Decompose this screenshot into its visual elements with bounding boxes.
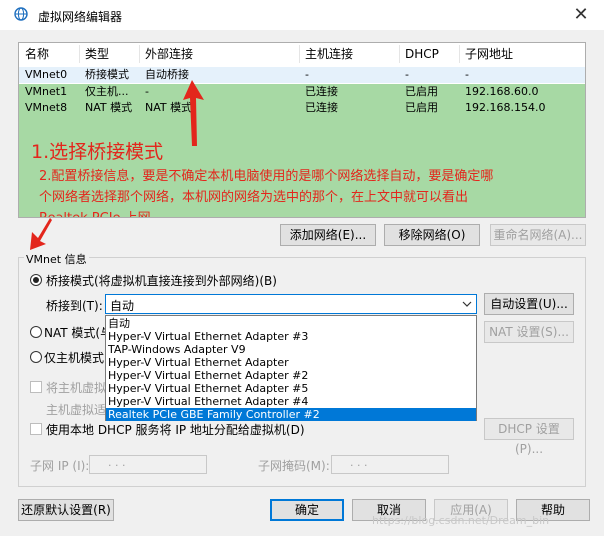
connect-host-adapter-label: 将主机虚拟 xyxy=(46,381,107,395)
nat-mode-radio[interactable] xyxy=(30,326,42,338)
dropdown-option[interactable]: Hyper-V Virtual Ethernet Adapter #3 xyxy=(106,330,476,343)
dropdown-option[interactable]: 自动 xyxy=(106,317,476,330)
host-adapter-name-text: 主机虚拟适 xyxy=(46,403,107,417)
vmnet-info-legend: VMnet 信息 xyxy=(24,251,89,267)
annotation-step2-line3: Realtek PCIe 上网。 xyxy=(39,207,164,217)
close-icon[interactable]: ✕ xyxy=(566,2,596,28)
column-header-subnet[interactable]: 子网地址 xyxy=(465,43,513,65)
dropdown-option-selected[interactable]: Realtek PCIe GBE Family Controller #2 xyxy=(106,408,476,421)
column-header-host[interactable]: 主机连接 xyxy=(305,43,353,65)
bridge-to-dropdown-list[interactable]: 自动 Hyper-V Virtual Ethernet Adapter #3 T… xyxy=(105,315,477,421)
add-network-button[interactable]: 添加网络(E)... xyxy=(280,224,376,246)
nat-settings-button[interactable]: NAT 设置(S)... xyxy=(484,321,574,343)
bridge-to-label: 桥接到(T): xyxy=(46,299,103,313)
column-header-external[interactable]: 外部连接 xyxy=(145,43,193,65)
annotation-step2-line1: 2.配置桥接信息，要是不确定本机电脑使用的是哪个网络选择自动，要是确定哪 xyxy=(39,169,494,184)
connect-host-adapter-checkbox[interactable] xyxy=(30,381,42,393)
annotation-arrow-icon xyxy=(30,218,52,250)
window-title: 虚拟网络编辑器 xyxy=(38,10,123,24)
chevron-down-icon xyxy=(462,301,472,307)
subnet-mask-field[interactable]: . . . xyxy=(331,455,449,474)
column-header-type[interactable]: 类型 xyxy=(85,43,109,65)
network-list[interactable]: 名称 类型 外部连接 主机连接 DHCP 子网地址 VMnet0 桥接模式 自动… xyxy=(18,42,586,218)
dhcp-settings-button[interactable]: DHCP 设置(P)... xyxy=(484,418,574,456)
subnet-ip-label: 子网 IP (I): xyxy=(30,459,90,473)
host-only-radio[interactable] xyxy=(30,351,42,363)
table-row[interactable]: VMnet1 仅主机... - 已连接 已启用 192.168.60.0 xyxy=(19,84,585,100)
column-header-name[interactable]: 名称 xyxy=(25,43,49,65)
dropdown-option[interactable]: Hyper-V Virtual Ethernet Adapter #4 xyxy=(106,395,476,408)
bridge-to-select[interactable]: 自动 xyxy=(105,294,477,314)
bridge-mode-label[interactable]: 桥接模式(将虚拟机直接连接到外部网络)(B) xyxy=(46,272,277,289)
rename-network-button[interactable]: 重命名网络(A)... xyxy=(490,224,586,246)
watermark: https://blog.csdn.net/Dream_bin xyxy=(372,514,550,527)
table-row[interactable]: VMnet8 NAT 模式 NAT 模式 已连接 已启用 192.168.154… xyxy=(19,100,585,116)
annotation-step1: 1.选择桥接模式 xyxy=(31,141,164,163)
host-only-label[interactable]: 仅主机模式 xyxy=(44,349,104,366)
dropdown-option[interactable]: Hyper-V Virtual Ethernet Adapter #2 xyxy=(106,369,476,382)
column-header-dhcp[interactable]: DHCP xyxy=(405,43,439,65)
dropdown-option[interactable]: TAP-Windows Adapter V9 xyxy=(106,343,476,356)
subnet-ip-field[interactable]: . . . xyxy=(89,455,207,474)
table-row[interactable]: VMnet0 桥接模式 自动桥接 - - - xyxy=(19,67,585,83)
dropdown-option[interactable]: Hyper-V Virtual Ethernet Adapter xyxy=(106,356,476,369)
ok-button[interactable]: 确定 xyxy=(270,499,344,521)
dhcp-checkbox[interactable] xyxy=(30,423,42,435)
annotation-arrow-icon xyxy=(183,80,204,146)
dhcp-label: 使用本地 DHCP 服务将 IP 地址分配给虚拟机(D) xyxy=(46,423,305,437)
remove-network-button[interactable]: 移除网络(O) xyxy=(384,224,480,246)
subnet-mask-label: 子网掩码(M): xyxy=(258,459,330,473)
network-globe-icon xyxy=(14,7,28,21)
dropdown-option[interactable]: Hyper-V Virtual Ethernet Adapter #5 xyxy=(106,382,476,395)
restore-defaults-button[interactable]: 还原默认设置(R) xyxy=(18,499,114,521)
auto-settings-button[interactable]: 自动设置(U)... xyxy=(484,293,574,315)
nat-mode-label[interactable]: NAT 模式(与 xyxy=(44,324,112,341)
annotation-step2-line2: 个网络者选择那个网络，本机网的网络为选中的那个，在上文中就可以看出 xyxy=(39,190,469,205)
bridge-mode-radio[interactable] xyxy=(30,274,42,286)
